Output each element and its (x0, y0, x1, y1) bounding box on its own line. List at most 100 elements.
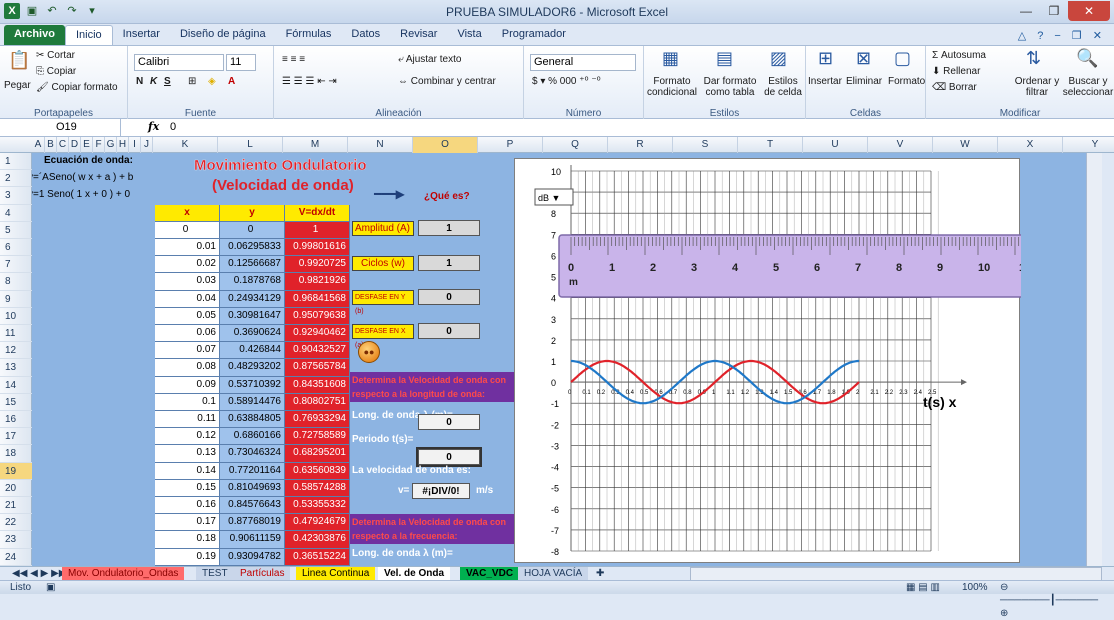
row-header-12[interactable]: 12 (0, 342, 32, 359)
column-header-y[interactable]: Y (1063, 137, 1114, 153)
fill-button[interactable]: ⬇ Rellenar (932, 66, 980, 77)
cell-v[interactable]: 0.9920725 (285, 256, 350, 273)
row-header-21[interactable]: 21 (0, 497, 32, 514)
column-header-l[interactable]: L (218, 137, 283, 153)
delete-cells-icon[interactable]: ⊠ (856, 48, 871, 69)
tab-programador[interactable]: Programador (492, 25, 576, 45)
zoom-slider[interactable]: ⊖ ───────┃────── ⊕ (994, 581, 1104, 595)
cell-x[interactable]: 0.13 (155, 445, 220, 462)
maximize-icon[interactable]: ❐ (1040, 1, 1068, 21)
cell-x[interactable]: 0.05 (155, 308, 220, 325)
cell-v[interactable]: 0.47924679 (285, 514, 350, 531)
row-header-2[interactable]: 2 (0, 170, 32, 187)
cell-y[interactable]: 0.12566687 (220, 256, 285, 273)
row-header-10[interactable]: 10 (0, 308, 32, 325)
format-table-button[interactable]: Dar formato como tabla (700, 76, 760, 98)
row-header-6[interactable]: 6 (0, 239, 32, 256)
cell-x[interactable]: 0.01 (155, 239, 220, 256)
name-box[interactable]: O19 (1, 119, 121, 136)
cell-v[interactable]: 0.90432527 (285, 342, 350, 359)
vertical-scrollbar[interactable] (1086, 153, 1102, 566)
cell-v[interactable]: 0.80802751 (285, 394, 350, 411)
sheet-tab-mov[interactable]: Mov. Ondulatorio_Ondas (62, 567, 184, 581)
row-header-19[interactable]: 19 (0, 463, 32, 480)
column-header-e[interactable]: E (81, 137, 93, 153)
paste-button[interactable]: Pegar (4, 80, 31, 91)
cell-styles-icon[interactable]: ▨ (770, 48, 787, 69)
column-header-v[interactable]: V (868, 137, 933, 153)
sheet-tab-vel-onda[interactable]: Vel. de Onda (378, 567, 450, 581)
cell-y[interactable]: 0.81049693 (220, 480, 285, 497)
cell-v[interactable]: 0.84351608 (285, 377, 350, 394)
cell-x[interactable]: 0 (155, 222, 220, 239)
zoom-level[interactable]: 100% (956, 581, 994, 595)
formula-input[interactable]: 0 (170, 121, 176, 133)
worksheet[interactable]: Ecuación de onda: y=´ASeno( w x + a ) + … (32, 153, 1102, 566)
cell-v[interactable]: 0.9821926 (285, 273, 350, 290)
find-icon[interactable]: 🔍 (1076, 48, 1098, 69)
tab-formulas[interactable]: Fórmulas (276, 25, 342, 45)
column-header-j[interactable]: J (141, 137, 153, 153)
periodo-input[interactable]: 0 (418, 449, 480, 465)
cell-v[interactable]: 0.99801616 (285, 239, 350, 256)
column-header-u[interactable]: U (803, 137, 868, 153)
column-header-g[interactable]: G (105, 137, 117, 153)
ruler-body[interactable] (559, 235, 1021, 297)
format-table-icon[interactable]: ▤ (716, 48, 733, 69)
tab-archivo[interactable]: Archivo (4, 25, 65, 45)
tab-diseno[interactable]: Diseño de página (170, 25, 276, 45)
cell-x[interactable]: 0.09 (155, 377, 220, 394)
font-size-box[interactable]: 11 (226, 54, 256, 71)
cell-x[interactable]: 0.17 (155, 514, 220, 531)
column-header-p[interactable]: P (478, 137, 543, 153)
cell-x[interactable]: 0.04 (155, 291, 220, 308)
column-header-a[interactable]: A (32, 137, 45, 153)
cut-button[interactable]: ✂ Cortar (36, 50, 75, 61)
cell-x[interactable]: 0.08 (155, 359, 220, 376)
column-header-r[interactable]: R (608, 137, 673, 153)
cell-x[interactable]: 0.03 (155, 273, 220, 290)
underline-button[interactable]: S (164, 76, 171, 87)
cell-y[interactable]: 0.90611159 (220, 531, 285, 548)
view-buttons-icon[interactable]: ▦ ▤ ▥ (900, 581, 946, 595)
copy-button[interactable]: ⎘ Copiar (36, 66, 76, 77)
cell-y[interactable]: 0 (220, 222, 285, 239)
row-header-11[interactable]: 11 (0, 325, 32, 342)
cell-x[interactable]: 0.19 (155, 549, 220, 566)
ciclos-input[interactable]: 1 (418, 255, 480, 271)
fill-color-icon[interactable]: ◈ (208, 76, 216, 87)
column-header-t[interactable]: T (738, 137, 803, 153)
row-header-20[interactable]: 20 (0, 480, 32, 497)
delete-button[interactable]: Eliminar (846, 76, 882, 87)
number-format-box[interactable]: General (530, 54, 636, 71)
row-header-16[interactable]: 16 (0, 411, 32, 428)
column-header-x[interactable]: X (998, 137, 1063, 153)
cell-y[interactable]: 0.58914476 (220, 394, 285, 411)
clear-button[interactable]: ⌫ Borrar (932, 82, 977, 93)
font-name-box[interactable]: Calibri (134, 54, 224, 71)
cell-x[interactable]: 0.02 (155, 256, 220, 273)
row-header-14[interactable]: 14 (0, 377, 32, 394)
number-format-icons[interactable]: $ ▾ % 000 ⁺⁰ ⁻⁰ (532, 76, 601, 87)
row-header-23[interactable]: 23 (0, 531, 32, 548)
insert-button[interactable]: Insertar (808, 76, 842, 87)
fx-icon[interactable]: fx (148, 120, 159, 133)
row-header-17[interactable]: 17 (0, 428, 32, 445)
column-header-i[interactable]: I (129, 137, 141, 153)
tab-revisar[interactable]: Revisar (390, 25, 447, 45)
cell-y[interactable]: 0.06295833 (220, 239, 285, 256)
sort-filter-button[interactable]: Ordenar y filtrar (1012, 76, 1062, 98)
conditional-format-button[interactable]: Formato condicional (646, 76, 698, 98)
autosum-button[interactable]: Σ Autosuma (932, 50, 986, 61)
row-header-4[interactable]: 4 (0, 205, 32, 222)
row-header-15[interactable]: 15 (0, 394, 32, 411)
cell-x[interactable]: 0.11 (155, 411, 220, 428)
chart-dropdown-label[interactable]: dB ▼ (538, 193, 560, 203)
row-header-22[interactable]: 22 (0, 514, 32, 531)
tab-inicio[interactable]: Inicio (65, 25, 113, 45)
cell-x[interactable]: 0.12 (155, 428, 220, 445)
cell-y[interactable]: 0.1878768 (220, 273, 285, 290)
header-y[interactable]: y (220, 205, 285, 222)
cell-v[interactable]: 0.53355332 (285, 497, 350, 514)
cell-v[interactable]: 0.63560839 (285, 463, 350, 480)
